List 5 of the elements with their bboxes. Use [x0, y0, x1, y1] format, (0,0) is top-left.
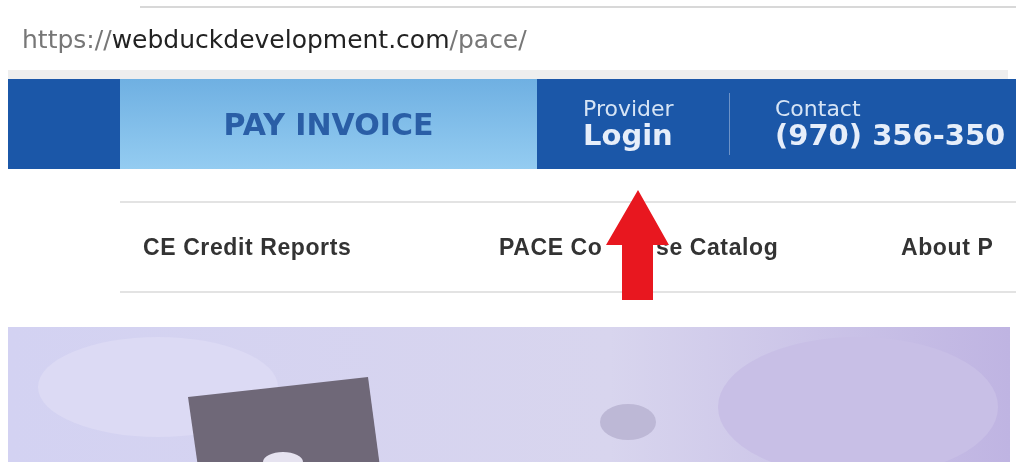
- nav-link[interactable]: CE Credit Reports: [143, 233, 499, 261]
- nav-link[interactable]: About P: [901, 233, 994, 261]
- contact-phone-link[interactable]: Contact (970) 356-350: [730, 79, 1006, 169]
- nav-link[interactable]: PACE Co: [499, 233, 656, 261]
- provider-login-link[interactable]: Provider Login: [537, 79, 729, 169]
